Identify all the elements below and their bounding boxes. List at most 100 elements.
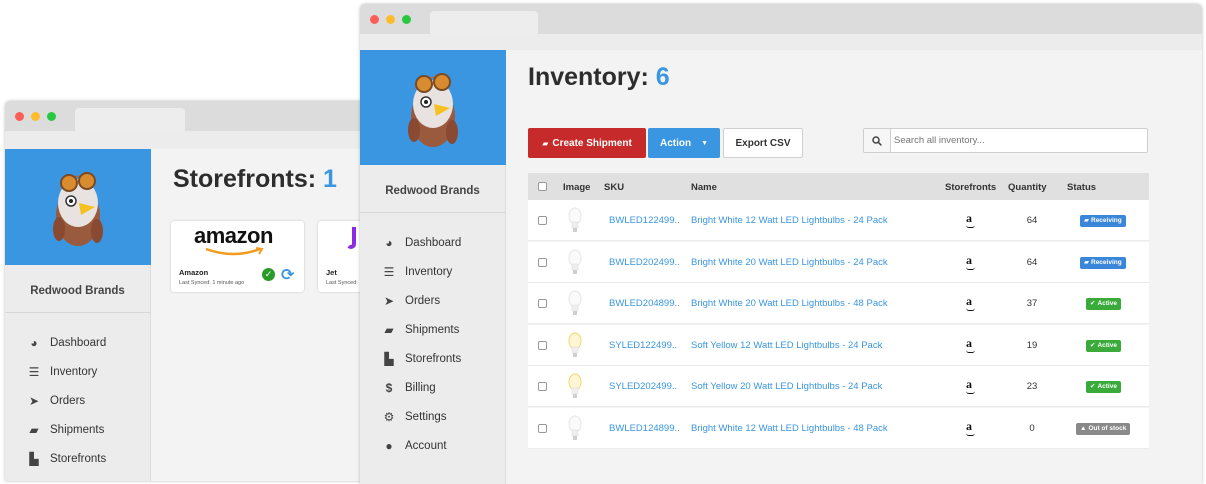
storefront-letter: a [966, 252, 972, 267]
sku-link[interactable]: BWLED124899.. [609, 423, 680, 434]
quantity-value: 19 [1026, 339, 1038, 351]
minimize-window-button[interactable] [386, 15, 395, 24]
export-csv-button[interactable]: Export CSV [723, 128, 803, 158]
row-checkbox[interactable] [538, 216, 547, 225]
row-checkbox[interactable] [538, 423, 547, 433]
row-checkbox[interactable] [538, 382, 547, 391]
table-row[interactable]: SYLED202499.. Soft Yellow 20 Watt LED Lig… [528, 366, 1149, 407]
column-header-quantity: Quantity [1008, 182, 1047, 193]
table-header: Image SKU Name Storefronts Quantity Stat… [528, 173, 1149, 200]
sidebar-item-label: Storefronts [50, 453, 107, 465]
dollar-icon: $ [385, 381, 393, 395]
sidebar-item-label: Orders [405, 295, 441, 307]
brand-name: Redwood Brands [30, 285, 125, 297]
search-icon [864, 129, 891, 152]
maximize-window-button[interactable] [47, 112, 56, 121]
cart-icon: ▙ [29, 452, 39, 466]
browser-tab[interactable] [75, 108, 185, 132]
close-window-button[interactable] [370, 15, 379, 24]
close-window-button[interactable] [15, 112, 24, 121]
sku-link[interactable]: BWLED122499.. [609, 215, 680, 226]
check-circle-icon: ✓ [262, 268, 275, 281]
row-checkbox[interactable] [538, 299, 547, 308]
sidebar-item-label: Shipments [50, 424, 105, 436]
status-badge: ✔ Active [1086, 298, 1121, 310]
table-row[interactable]: BWLED124899.. Bright White 12 Watt LED Li… [528, 407, 1149, 449]
logo-area [5, 149, 151, 265]
select-all-checkbox[interactable] [538, 182, 547, 191]
sidebar-item-label: Orders [50, 395, 86, 407]
storefront-card-amazon[interactable]: amazon Amazon Last Synced: 1 minute ago … [171, 221, 304, 292]
minimize-window-button[interactable] [31, 112, 40, 121]
brand-name: Redwood Brands [385, 185, 480, 197]
sidebar-item-orders[interactable]: ➤ Orders [382, 291, 440, 311]
sku-link[interactable]: SYLED202499.. [609, 381, 677, 392]
table-row[interactable]: SYLED122499.. Soft Yellow 12 Watt LED Lig… [528, 324, 1149, 366]
search-input[interactable] [894, 132, 1142, 149]
sidebar-item-shipments[interactable]: ▰ Shipments [27, 420, 104, 440]
dashboard-icon: ◕ [385, 236, 393, 250]
sku-link[interactable]: BWLED204899.. [609, 298, 680, 309]
maximize-window-button[interactable] [402, 15, 411, 24]
storefront-count: 1 [323, 165, 337, 193]
pilot-bird-logo-icon [408, 73, 458, 147]
list-icon: ☰ [383, 265, 395, 279]
table-row[interactable]: BWLED122499.. Bright White 12 Watt LED Li… [528, 200, 1149, 241]
amazon-icon: a [966, 335, 975, 353]
create-shipment-button[interactable]: ▰ Create Shipment [528, 128, 646, 158]
sidebar-item-storefronts[interactable]: ▙ Storefronts [27, 449, 106, 469]
product-name-link[interactable]: Soft Yellow 20 Watt LED Lightbulbs - 24 … [691, 381, 882, 392]
amazon-smile-icon [966, 433, 975, 436]
sku-link[interactable]: SYLED122499.. [609, 340, 677, 351]
amazon-smile-icon [205, 247, 264, 256]
sidebar-item-settings[interactable]: ⚙ Settings [382, 407, 447, 427]
button-label: Action [659, 137, 692, 149]
status-icon: ▰ [1084, 258, 1089, 266]
sidebar-item-billing[interactable]: $ Billing [382, 378, 436, 398]
sidebar-item-storefronts[interactable]: ▙ Storefronts [382, 349, 461, 369]
sidebar-item-shipments[interactable]: ▰ Shipments [382, 320, 459, 340]
sidebar-item-inventory[interactable]: ☰ Inventory [27, 362, 98, 382]
page-title-text: Storefronts: [173, 165, 323, 193]
storefront-name: Amazon [179, 268, 209, 277]
status-label: Active [1097, 300, 1117, 307]
product-name-link[interactable]: Bright White 12 Watt LED Lightbulbs - 48… [691, 423, 888, 434]
product-name-link[interactable]: Soft Yellow 12 Watt LED Lightbulbs - 24 … [691, 340, 882, 351]
storefront-letter: a [966, 335, 972, 350]
quantity-value: 23 [1026, 381, 1038, 392]
amazon-icon: a [966, 294, 975, 311]
lightbulb-image [568, 290, 582, 323]
sidebar-divider [5, 312, 150, 313]
product-name-link[interactable]: Bright White 20 Watt LED Lightbulbs - 24… [691, 257, 888, 268]
sidebar-item-dashboard[interactable]: ◕ Dashboard [27, 333, 106, 353]
product-name-link[interactable]: Bright White 12 Watt LED Lightbulbs - 24… [691, 215, 888, 226]
sidebar-item-label: Settings [405, 411, 447, 423]
browser-tab[interactable] [430, 11, 538, 35]
amazon-smile-icon [966, 350, 975, 353]
table-row[interactable]: BWLED202499.. Bright White 20 Watt LED Li… [528, 241, 1149, 283]
table-row[interactable]: BWLED204899.. Bright White 20 Watt LED Li… [528, 283, 1149, 324]
sync-icon[interactable]: ⟳ [281, 265, 294, 285]
sku-link[interactable]: BWLED202499.. [609, 257, 680, 268]
status-label: Active [1097, 341, 1117, 349]
status-label: Receiving [1091, 217, 1122, 224]
amazon-icon: a [966, 252, 975, 270]
row-checkbox[interactable] [538, 257, 547, 267]
sidebar-item-label: Inventory [405, 266, 453, 278]
product-name-link[interactable]: Bright White 20 Watt LED Lightbulbs - 48… [691, 298, 888, 309]
storefront-letter: a [966, 211, 972, 225]
sidebar-item-account[interactable]: ● Account [382, 436, 446, 456]
sidebar-item-inventory[interactable]: ☰ Inventory [382, 262, 453, 282]
action-dropdown-button[interactable]: Action ▼ [648, 128, 720, 158]
row-checkbox[interactable] [538, 340, 547, 350]
status-badge: ▰ Receiving [1080, 215, 1126, 227]
toolbar-strip [360, 34, 1202, 50]
column-header-image: Image [563, 182, 591, 193]
paper-plane-icon: ➤ [383, 294, 395, 308]
dashboard-icon: ◕ [30, 336, 38, 350]
jet-logo-icon [346, 227, 356, 249]
sidebar-item-orders[interactable]: ➤ Orders [27, 391, 85, 411]
lightbulb-image [568, 332, 582, 365]
logo-area [360, 50, 506, 165]
sidebar-item-dashboard[interactable]: ◕ Dashboard [382, 233, 461, 253]
